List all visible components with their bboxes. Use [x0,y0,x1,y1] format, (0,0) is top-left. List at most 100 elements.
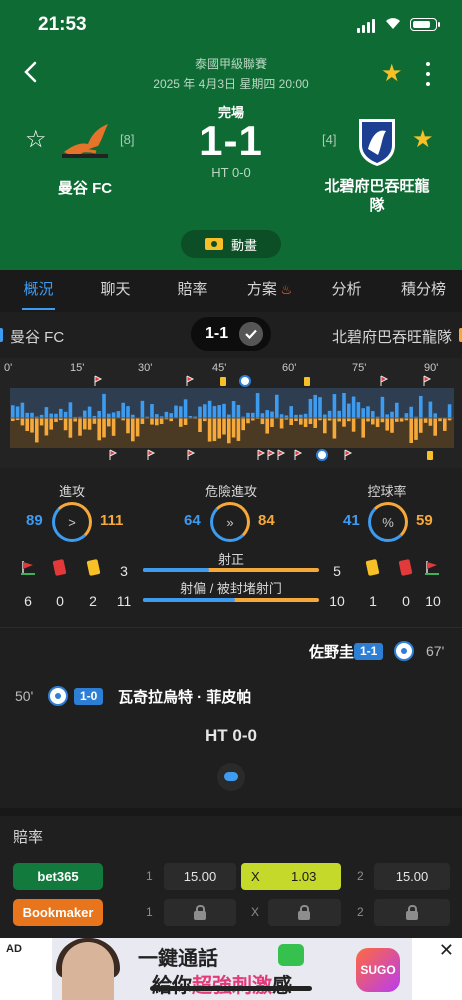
away-team-logo[interactable] [356,115,398,167]
momentum-home-bar [126,406,130,418]
odds-away-value[interactable]: 15.00 [374,863,450,890]
odds2-draw-label: X [251,905,260,919]
momentum-home-bar [447,404,452,418]
momentum-home-bar [390,411,394,418]
score-pill[interactable]: 1-1 [191,317,271,351]
lock-icon-3 [406,905,418,920]
animation-label: 動畫 [230,237,257,253]
corner-marker-top [94,375,103,386]
shots-on-bar-home [143,568,209,572]
momentum-home-bar [356,402,361,418]
odds2-home-cell[interactable] [164,899,236,926]
odds2-draw-cell[interactable] [268,899,341,926]
odds-draw-value: 1.03 [291,869,317,884]
momentum-home-bar [255,393,260,418]
animation-button[interactable]: 動畫 [181,230,281,258]
yellow-card-icon [86,559,101,576]
momentum-home-bar [351,396,356,418]
odds-title: 賠率 [13,829,44,846]
momentum-away-bar [265,418,269,434]
home-favorite-star-icon[interactable]: ☆ [25,128,47,152]
tab-analysis[interactable]: 分析 [308,270,385,312]
momentum-home-bar [169,413,173,418]
momentum-home-bar [150,404,154,418]
yellow-card-marker-top [220,377,226,386]
close-icon[interactable]: ✕ [439,940,454,961]
bookmaker-logo[interactable]: Bookmaker [13,899,103,926]
momentum-home-bar [366,406,370,418]
away-team-name[interactable]: 北碧府巴吞旺龍隊 [318,177,436,215]
momentum-away-bar [198,418,202,433]
away-rank: [4] [322,132,337,147]
dangerous-label: 危險進攻 [204,484,257,499]
possession-ring: % [368,502,408,542]
home-team-logo[interactable] [58,120,114,162]
event-away-player[interactable]: 佐野圭 [309,641,354,662]
momentum-away-bar [443,418,447,431]
score-bar: 曼谷 FC 1-1 北碧府巴吞旺龍隊 [0,312,462,356]
momentum-home-bar [179,406,183,418]
follow-star-icon[interactable]: ★ [381,62,403,86]
score-bar-away: 北碧府巴吞旺龍隊 [331,329,452,346]
momentum-home-bar [231,401,236,418]
shots-off-bar [143,598,319,602]
tab-odds[interactable]: 賠率 [154,270,231,312]
momentum-home-bar [227,414,231,418]
dangerous-ring: » [210,502,250,542]
momentum-home-bar [83,410,87,418]
momentum-home-bar [20,402,25,418]
momentum-away-bar [111,418,116,436]
shots-off-label: 射偏 / 被封堵射门 [180,581,282,596]
more-menu-icon[interactable] [420,62,436,86]
momentum-home-bar [318,397,322,418]
tab-bar: 概況 聊天 賠率 方案 ♨ 分析 積分榜 [0,270,462,312]
momentum-away-bar [217,418,221,439]
away-shots-on: 5 [333,563,341,579]
momentum-home-bar [347,403,351,418]
momentum-away-bar [150,418,154,425]
momentum-away-bar [97,418,101,441]
momentum-away-bar [390,418,394,433]
momentum-away-bar [78,418,82,436]
status-time: 21:53 [38,14,87,35]
momentum-away-bar [20,418,25,426]
event-home-player[interactable]: 瓦奇拉烏特 · 菲皮帕 [118,686,251,707]
momentum-home-bar [207,400,212,418]
momentum-home-bar [164,411,169,418]
home-team-name[interactable]: 曼谷 FC [40,177,130,198]
red-card-icon [52,559,67,576]
home-yellow-cards: 2 [89,593,97,609]
corner-marker-bottom [109,449,118,460]
momentum-away-bar [179,418,183,427]
percent-icon: % [382,514,394,530]
momentum-away-bar [399,418,404,422]
momentum-away-bar [409,418,413,443]
momentum-away-bar [73,418,77,422]
tab-chat[interactable]: 聊天 [77,270,154,312]
tab-overview[interactable]: 概況 [0,270,77,312]
momentum-away-bar [207,418,212,442]
dangerous-away: 84 [258,512,275,529]
momentum-home-bar [265,410,269,418]
momentum-away-bar [222,418,226,435]
momentum-away-bar [135,418,140,437]
odds-home-label: 1 [146,869,153,883]
stats-panel: 進攻 89 > 111 危險進攻 64 » 84 控球率 41 % 59 3 6… [0,476,462,616]
odds-draw-cell[interactable]: X 1.03 [241,863,341,890]
corner-marker-bottom [187,449,196,460]
odds-home-value[interactable]: 15.00 [164,863,236,890]
momentum-home-bar [313,394,317,418]
home-shots-on: 3 [120,563,128,579]
odds-away-label: 2 [357,869,364,883]
tab-standings[interactable]: 積分榜 [385,270,462,312]
momentum-away-bar [87,418,92,430]
momentum-away-bar [419,418,423,433]
momentum-away-bar [35,418,39,443]
tab-plans[interactable]: 方案 ♨ [231,270,308,312]
match-events: 佐野圭 1-1 67' 50' 1-0 瓦奇拉烏特 · 菲皮帕 HT 0-0 [0,627,462,807]
bet365-logo[interactable]: bet365 [13,863,103,890]
odds2-away-cell[interactable] [374,899,450,926]
momentum-home-bar [279,414,284,418]
away-favorite-star-icon[interactable]: ★ [412,128,434,152]
yellow-card-marker-bottom [427,451,433,460]
